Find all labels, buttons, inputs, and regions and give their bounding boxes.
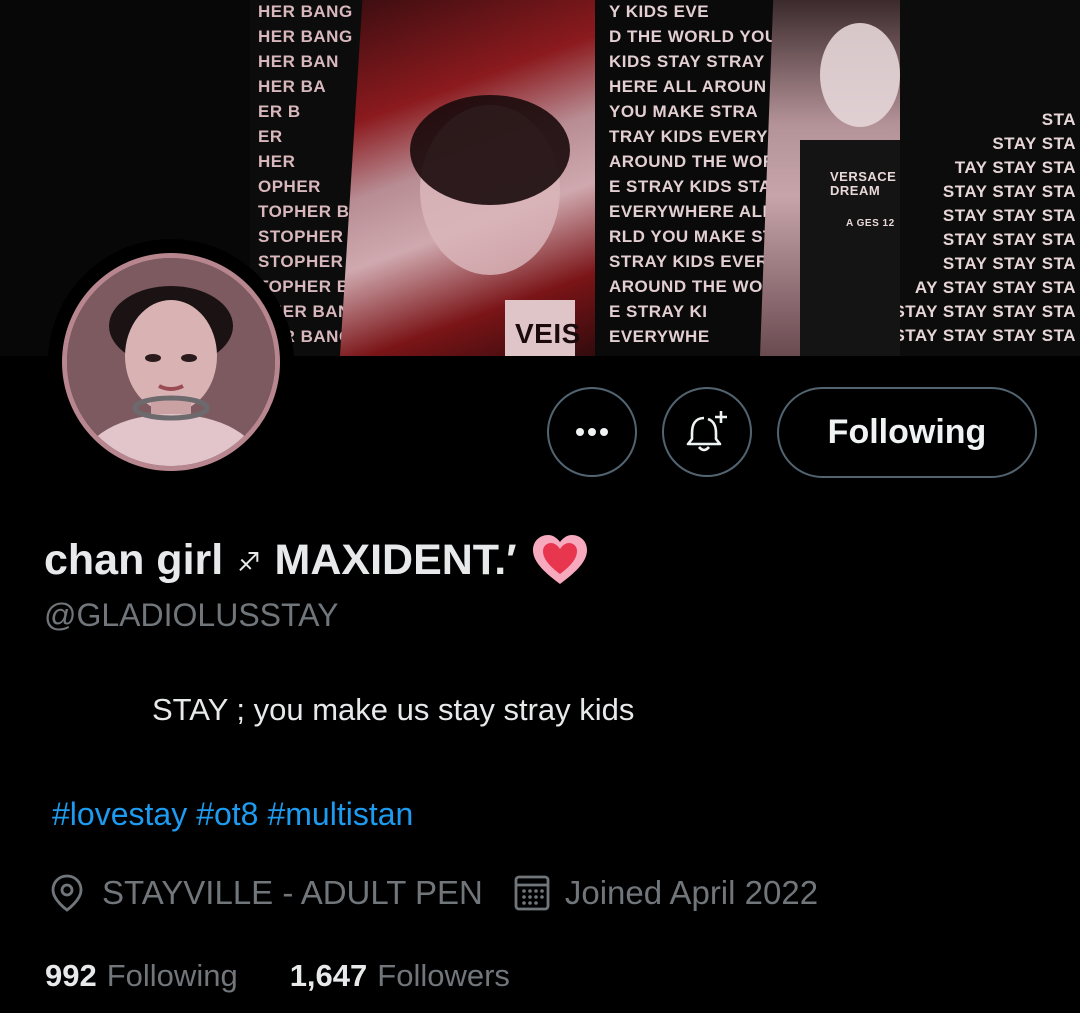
- notification-bell-button[interactable]: [662, 387, 752, 477]
- profile-bio: STAY ; you make us stay stray kids: [152, 692, 635, 727]
- banner-text-line: STRAY KIDS EVERYWH: [609, 252, 785, 271]
- display-name-text: chan girl: [44, 535, 224, 584]
- more-dots-icon: [576, 428, 608, 436]
- banner-text-line: TAY STAY STAY STAY STA: [900, 326, 1076, 345]
- following-label: Following: [106, 958, 238, 993]
- following-button[interactable]: Following: [777, 387, 1037, 478]
- banner-sign-text: VEIS: [515, 318, 581, 349]
- banner-text-line: OPHER: [258, 177, 321, 196]
- banner-text-line: D THE WORLD YOU: [609, 27, 778, 46]
- banner-text-line: ER: [258, 127, 283, 146]
- banner-text-line: TAY STAY STA: [954, 158, 1076, 177]
- bell-plus-icon: [686, 411, 727, 452]
- banner-text-line: ER B: [258, 102, 301, 121]
- banner-text-panel-center: Y KIDS EVE D THE WORLD YOU KIDS STAY STRAY…: [595, 0, 785, 356]
- banner-text-line: E STRAY KIDS STAY: [609, 177, 782, 196]
- banner-text-line: HER BANG: [258, 2, 353, 21]
- hashtag-link[interactable]: #multistan: [267, 796, 413, 833]
- user-handle: @GLADIOLUSSTAY: [44, 597, 339, 633]
- banner-text-line: STAY STAY STA: [942, 182, 1076, 201]
- banner-text-line: E STRAY KI: [609, 302, 708, 321]
- banner-shirt-text: VERSACE DREAM: [830, 169, 897, 198]
- display-name: chan girl ♐ MAXIDENT.′: [44, 534, 589, 586]
- banner-text-line: AROUND THE WORLD: [609, 277, 785, 296]
- banner-shirt-subtext: A GES 12: [846, 218, 895, 229]
- banner-text-line: STA: [1041, 110, 1076, 129]
- following-stat[interactable]: 992 Following: [45, 958, 238, 994]
- more-button[interactable]: [547, 387, 637, 477]
- banner-text-line: EVERYWHERE ALL ARO: [609, 202, 785, 221]
- banner-text-line: TOPHER BA: [258, 202, 363, 221]
- banner-portrait-1: [410, 95, 575, 356]
- banner-text-line: HER BAN: [258, 52, 339, 71]
- banner-text-line: HER: [258, 152, 296, 171]
- hashtag-link[interactable]: #ot8: [196, 796, 258, 833]
- heart-emoji-icon: [531, 534, 589, 586]
- banner-text-line: EVERYWHE: [609, 327, 710, 346]
- banner-text-line: RLD YOU MAKE STRAY: [609, 227, 785, 246]
- banner-text-line: YOU MAKE STRA: [609, 102, 759, 121]
- banner-text-line: STAY STA: [992, 134, 1076, 153]
- banner-text-line: TRAY KIDS EVERY: [609, 127, 768, 146]
- follow-stats: 992 Following 1,647 Followers: [45, 958, 510, 994]
- calendar-icon: [514, 875, 550, 911]
- display-name-suffix: MAXIDENT.′: [274, 535, 517, 584]
- banner-text-line: HER BA: [258, 77, 327, 96]
- pink-heart-icon: [532, 535, 587, 584]
- banner-text-line: STAY STAY STA: [942, 206, 1076, 225]
- banner-text-line: STAY STAY STA: [942, 230, 1076, 249]
- banner-photo-red: VEIS: [340, 0, 620, 356]
- banner-text-line: KIDS STAY STRAY: [609, 52, 765, 71]
- following-count: 992: [45, 958, 97, 993]
- location-pin-icon: [51, 874, 83, 912]
- banner-text-line: Y KIDS EVE: [609, 2, 710, 21]
- bio-hashtags: #lovestay #ot8 #multistan: [52, 796, 413, 833]
- banner-text-panel-right: STA STAY STA TAY STAY STA STAY STAY STA STAY…: [900, 0, 1080, 356]
- sagittarius-icon: ♐: [237, 548, 261, 578]
- followers-count: 1,647: [289, 958, 368, 993]
- banner-text-line: AY STAY STAY STA: [914, 278, 1076, 297]
- location-text: STAYVILLE - ADULT PEN: [102, 874, 483, 911]
- followers-label: Followers: [377, 958, 510, 993]
- banner-text-line: HERE ALL AROUN: [609, 77, 767, 96]
- hashtag-link[interactable]: #lovestay: [52, 796, 187, 833]
- banner-text-line: STAY STAY STA: [942, 254, 1076, 273]
- profile-avatar[interactable]: [62, 253, 280, 471]
- banner-text-line: AROUND THE WORL: [609, 152, 785, 171]
- profile-meta: STAYVILLE - ADULT PEN Joined April 2022: [48, 873, 818, 913]
- banner-text-line: STAY STAY STAY STA: [900, 302, 1076, 321]
- banner-text-line: HER BANG: [258, 27, 353, 46]
- followers-stat[interactable]: 1,647 Followers: [290, 958, 510, 994]
- joined-date: Joined April 2022: [564, 874, 819, 911]
- avatar-portrait: [67, 258, 275, 466]
